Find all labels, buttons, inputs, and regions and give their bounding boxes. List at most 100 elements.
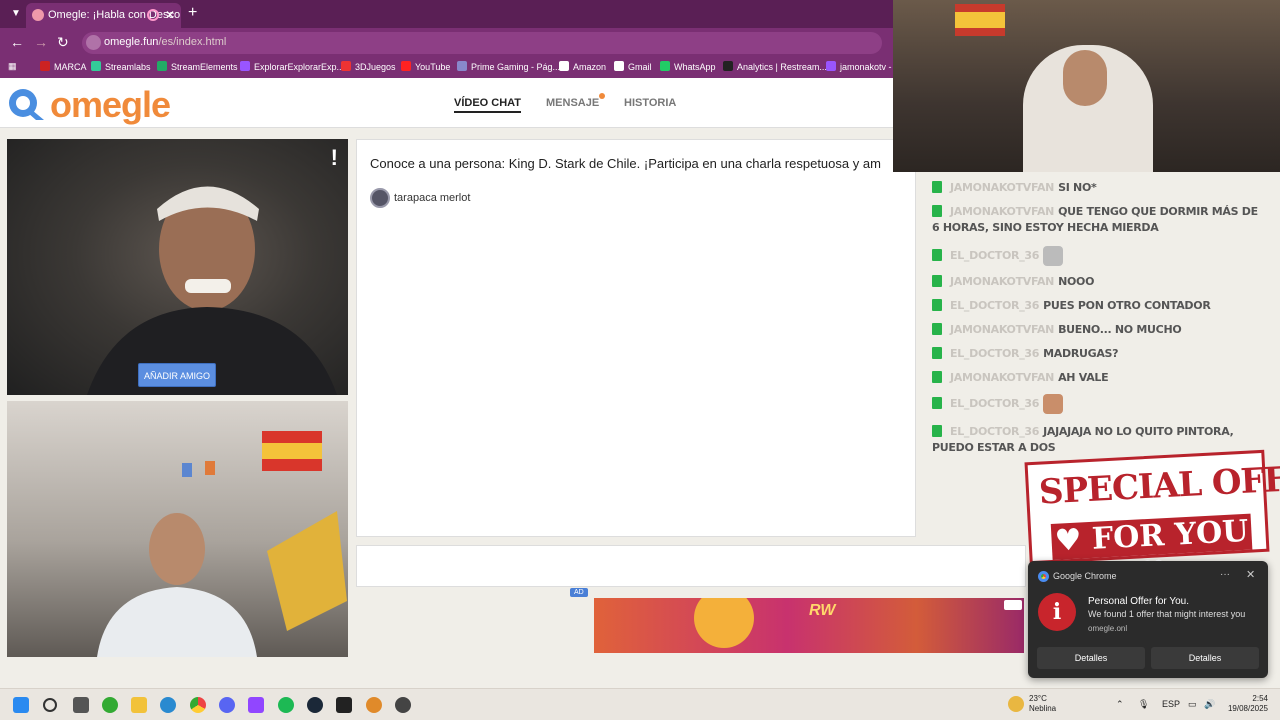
notification-dot <box>599 93 606 99</box>
chat-message: EL_DOCTOR_36 PUES PON OTRO CONTADOR <box>932 298 1268 314</box>
chat-message: JAMONAKOTVFAN AH VALE <box>932 370 1268 386</box>
info-icon: i <box>1038 593 1076 631</box>
ad-label: AD <box>570 588 588 597</box>
omegle-logo-mark-icon <box>9 89 44 120</box>
special-offer-banner[interactable]: SPECIAL OFFER ♥ FOR YOU ♥ <box>1024 449 1280 590</box>
add-friend-button[interactable]: AÑADIR AMIGO <box>138 363 216 387</box>
bookmark-explorar[interactable]: ExplorarExplorarExp... <box>240 61 344 72</box>
back-arrow-icon[interactable]: ← <box>10 34 24 50</box>
ad-brand: RW <box>809 602 836 619</box>
bookmark-analytics[interactable]: Analytics | Restream... <box>723 61 827 72</box>
bookmark-streamlabs[interactable]: Streamlabs <box>91 61 151 72</box>
spotify-icon[interactable] <box>278 697 294 713</box>
twitch-icon[interactable] <box>248 697 264 713</box>
chrome-notification: Google Chrome ··· ✕ i Personal Offer for… <box>1028 561 1268 678</box>
obs-icon[interactable] <box>395 697 411 713</box>
url-host: omegle.fun <box>104 36 159 48</box>
steam-icon[interactable] <box>307 697 323 713</box>
windows-taskbar: 23°C Neblina ⌃ 🎙 ESP ▭ 🔊 2:54 19/08/2025 <box>0 688 1280 720</box>
tab-close-icon[interactable]: ✕ <box>165 8 175 22</box>
reload-icon[interactable]: ↻ <box>57 34 69 51</box>
microphone-icon[interactable]: 🎙 <box>1138 699 1149 710</box>
ad-sun-shape <box>694 598 754 648</box>
network-icon[interactable]: ▭ <box>1188 699 1197 710</box>
bookmark-streamelements[interactable]: StreamElements <box>157 61 238 72</box>
chevron-up-icon[interactable]: ⌃ <box>1116 699 1124 710</box>
chat-message: JAMONAKOTVFAN SI NO* <box>932 180 1268 196</box>
windows-start-icon[interactable] <box>13 697 29 713</box>
task-view-icon[interactable] <box>73 697 89 713</box>
kick-badge-icon <box>932 275 942 287</box>
nav-message[interactable]: MENSAJE <box>546 93 606 109</box>
blitz-icon[interactable] <box>366 697 382 713</box>
weather-desc: Neblina <box>1029 704 1057 713</box>
weather-icon <box>1008 696 1024 712</box>
chat-log: Conoce a una persona: King D. Stark de C… <box>356 139 916 537</box>
partner-avatar <box>370 188 390 208</box>
bookmark-amazon[interactable]: Amazon <box>559 61 606 72</box>
chrome-icon <box>1038 571 1049 582</box>
bookmark-youtube[interactable]: YouTube <box>401 61 450 72</box>
tab-search-button[interactable]: ▼ <box>6 4 26 24</box>
stream-chat-overlay: JAMONAKOTVFAN SI NO* JAMONAKOTVFAN QUE TEN… <box>926 176 1271 454</box>
browser-tab[interactable]: Omegle: ¡Habla con Desco ✕ <box>26 3 181 28</box>
bookmark-3djuegos[interactable]: 3DJuegos <box>341 61 396 72</box>
apps-grid-icon[interactable]: ▦ <box>8 61 17 72</box>
address-bar[interactable]: omegle.fun/es/index.html <box>82 32 882 54</box>
kick-badge-icon <box>932 397 942 409</box>
stranger-video: ! AÑADIR AMIGO <box>7 139 348 395</box>
volume-icon[interactable]: 🔊 <box>1204 699 1215 710</box>
chat-message: JAMONAKOTVFAN NOOO <box>932 274 1268 290</box>
clock-time: 2:54 <box>1252 694 1268 703</box>
file-explorer-icon[interactable] <box>131 697 147 713</box>
forward-arrow-icon[interactable]: → <box>34 34 48 50</box>
clock-date: 19/08/2025 <box>1227 704 1268 713</box>
search-icon[interactable] <box>43 698 57 712</box>
url-path: /es/index.html <box>158 36 227 48</box>
kick-badge-icon <box>932 371 942 383</box>
kick-badge-icon <box>932 299 942 311</box>
streamer-head-shape <box>1063 50 1107 106</box>
partner-name: tarapaca merlot <box>394 191 471 204</box>
recording-icon <box>147 9 159 21</box>
site-info-icon[interactable] <box>86 35 101 50</box>
language-indicator[interactable]: ESP <box>1162 699 1180 709</box>
chat-message: JAMONAKOTVFAN QUE TENGO QUE DORMIR MÁS DE… <box>932 205 1258 234</box>
new-tab-button[interactable]: + <box>188 4 197 22</box>
chat-message: EL_DOCTOR_36 <box>932 394 1268 414</box>
ad-banner[interactable]: RW <box>594 598 1024 653</box>
cat-emote-icon <box>1043 246 1064 266</box>
special-offer-line1: SPECIAL OFFER <box>1038 456 1280 513</box>
capcut-icon[interactable] <box>336 697 352 713</box>
nav-video-chat[interactable]: VÍDEO CHAT <box>454 97 522 113</box>
more-options-icon[interactable]: ··· <box>1220 569 1230 580</box>
ad-choices-icon[interactable] <box>1004 600 1022 610</box>
bookmark-whatsapp[interactable]: WhatsApp <box>660 61 716 72</box>
special-offer-line2: ♥ FOR YOU ♥ <box>1050 513 1253 590</box>
chrome-taskbar-icon[interactable] <box>190 697 206 713</box>
bookmark-marca[interactable]: MARCA <box>40 61 87 72</box>
edge-icon[interactable] <box>160 697 176 713</box>
chat-message: EL_DOCTOR_36 MADRUGAS? <box>932 346 1268 362</box>
logo-wordmark: omegle <box>50 84 171 125</box>
tab-title: Omegle: ¡Habla con Desco <box>48 9 181 21</box>
close-icon[interactable]: ✕ <box>1246 568 1255 581</box>
stranger-video-image <box>87 186 337 395</box>
bookmark-prime-gaming[interactable]: Prime Gaming - Pág... <box>457 61 560 72</box>
self-video <box>7 401 348 657</box>
self-video-image <box>97 431 347 657</box>
discord-icon[interactable] <box>219 697 235 713</box>
bookmark-jamonakotv[interactable]: jamonakotv - T <box>826 61 899 72</box>
report-icon[interactable]: ! <box>331 145 338 171</box>
omegle-logo[interactable]: omegle <box>6 84 171 125</box>
nav-history[interactable]: HISTORIA <box>624 97 676 109</box>
chat-message: EL_DOCTOR_36 <box>932 246 1268 266</box>
details-button-1[interactable]: Detalles <box>1037 647 1145 669</box>
message-input[interactable] <box>356 545 1026 587</box>
details-button-2[interactable]: Detalles <box>1151 647 1259 669</box>
system-clock[interactable]: 2:54 19/08/2025 <box>1226 694 1268 714</box>
xbox-icon[interactable] <box>102 697 118 713</box>
kick-badge-icon <box>932 347 942 359</box>
bookmark-gmail[interactable]: Gmail <box>614 61 652 72</box>
omegle-favicon-icon <box>32 9 44 21</box>
